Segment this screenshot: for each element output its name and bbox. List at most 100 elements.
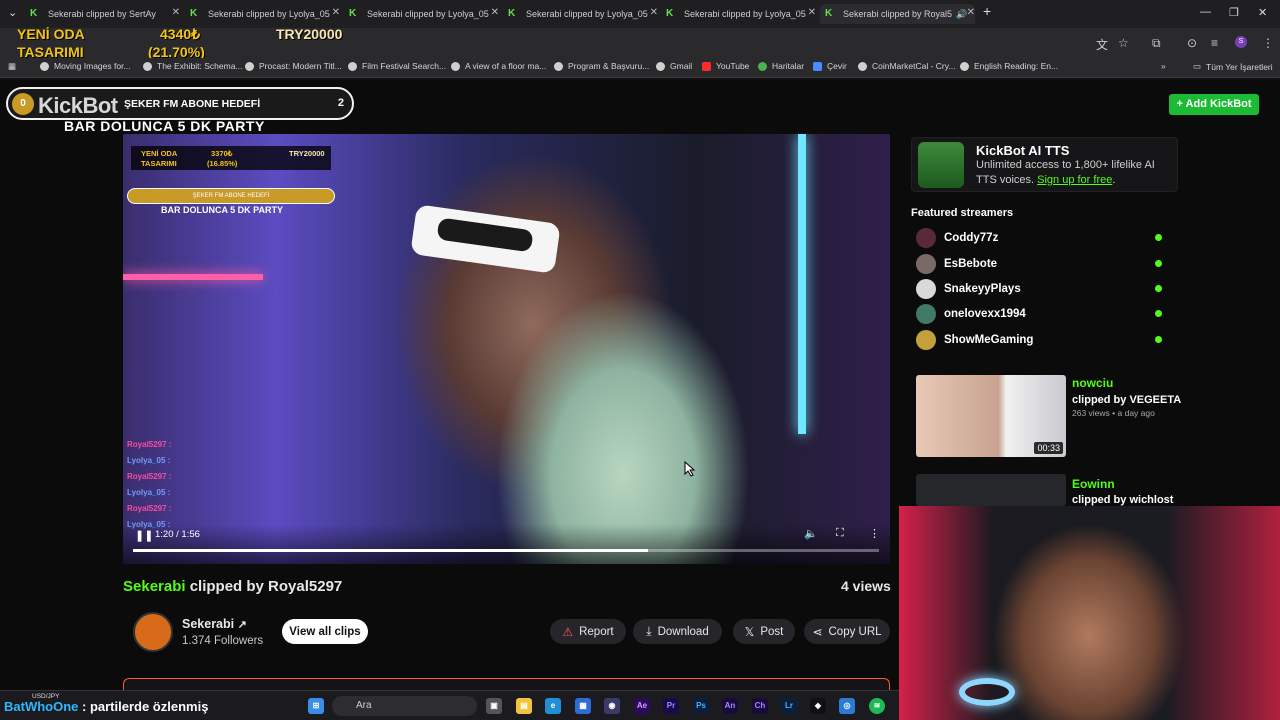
more-options-icon[interactable]: ⋮ bbox=[869, 527, 880, 540]
new-tab-icon[interactable]: + bbox=[983, 3, 991, 19]
video-progress-bar[interactable] bbox=[133, 549, 879, 552]
donation-title-line1: YENİ ODA bbox=[17, 26, 85, 42]
media-icon[interactable]: ≡ bbox=[1211, 36, 1218, 50]
featured-streamer[interactable]: EsBebote bbox=[916, 254, 1166, 274]
download-icon[interactable]: ⊙ bbox=[1187, 36, 1197, 50]
windows-start-icon[interactable]: ⊞ bbox=[308, 698, 324, 714]
live-dot-icon bbox=[1155, 285, 1162, 292]
folder-icon: ▭ bbox=[1193, 61, 1202, 71]
tts-signup-link[interactable]: Sign up for free bbox=[1037, 174, 1112, 186]
tab-label: Sekerabi clipped by Lyolya_05 bbox=[367, 9, 489, 19]
bookmark-item[interactable]: Haritalar bbox=[758, 61, 804, 71]
featured-streamer[interactable]: ShowMeGaming bbox=[916, 330, 1166, 350]
photoshop-icon[interactable]: Ps bbox=[693, 698, 709, 714]
bookmark-item[interactable]: Film Festival Search... bbox=[348, 61, 446, 71]
related-clip-thumbnail[interactable]: 00:33 bbox=[916, 375, 1066, 457]
window-close-icon[interactable]: ✕ bbox=[1258, 6, 1267, 19]
bookmark-item[interactable]: The Exhibit: Schema... bbox=[143, 61, 243, 71]
all-bookmarks[interactable]: ▭ Tüm Yer İşaretleri bbox=[1193, 61, 1273, 72]
premiere-icon[interactable]: Pr bbox=[663, 698, 679, 714]
copy-url-button[interactable]: ⋖ Copy URL bbox=[804, 619, 890, 644]
extensions-icon[interactable]: ⧉ bbox=[1152, 36, 1161, 51]
bookmark-item[interactable]: Procast: Modern Titl... bbox=[245, 61, 342, 71]
bookmark-item[interactable]: English Reading: En... bbox=[960, 61, 1058, 71]
featured-streamer[interactable]: onelovexx1994 bbox=[916, 304, 1166, 324]
after-effects-icon[interactable]: Ae bbox=[634, 698, 650, 714]
bookmark-item[interactable]: CoinMarketCal - Cry... bbox=[858, 61, 955, 71]
tab-1[interactable]: K Sekerabi clipped by SertAy ✕ bbox=[30, 4, 180, 24]
post-button[interactable]: 𝕏 Post bbox=[733, 619, 795, 644]
related-clip-streamer[interactable]: nowciu bbox=[1072, 376, 1113, 390]
close-icon[interactable]: ✕ bbox=[491, 7, 499, 18]
close-icon[interactable]: ✕ bbox=[172, 7, 180, 18]
close-icon[interactable]: ✕ bbox=[808, 7, 816, 18]
lightroom-icon[interactable]: Lr bbox=[781, 698, 797, 714]
obs-icon[interactable]: ◉ bbox=[604, 698, 620, 714]
profile-avatar[interactable]: S bbox=[1235, 36, 1247, 48]
bookmark-item[interactable]: Çevir bbox=[813, 61, 847, 71]
channel-name-text: Sekerabi bbox=[182, 617, 235, 631]
maps-icon bbox=[758, 61, 767, 71]
close-icon[interactable]: ✕ bbox=[967, 7, 975, 18]
tab-4[interactable]: K Sekerabi clipped by Lyolya_05 ✕ bbox=[508, 4, 658, 24]
tab-6-active[interactable]: K Sekerabi clipped by Royal5 🔊 ✕ bbox=[820, 4, 975, 24]
translate-icon[interactable]: 文 bbox=[1096, 36, 1108, 53]
task-view-icon[interactable]: ▣ bbox=[486, 698, 502, 714]
bookmark-item[interactable]: Program & Başvuru... bbox=[554, 61, 649, 71]
channel-name-link[interactable]: Sekerabi ↗ bbox=[182, 617, 247, 631]
speaker-icon[interactable]: 🔊 bbox=[956, 9, 967, 20]
store-icon[interactable]: ▦ bbox=[575, 698, 591, 714]
maximize-icon[interactable]: ❐ bbox=[1229, 6, 1239, 19]
bookmark-label: Film Festival Search... bbox=[362, 61, 447, 71]
edge-icon[interactable]: e bbox=[545, 698, 561, 714]
capcut-icon[interactable]: ◆ bbox=[810, 698, 826, 714]
tab-2[interactable]: K Sekerabi clipped by Lyolya_05 ✕ bbox=[190, 4, 340, 24]
taskbar-search[interactable]: Ara bbox=[332, 696, 477, 716]
vpn-icon[interactable]: ◎ bbox=[839, 698, 855, 714]
more-bookmarks-icon[interactable]: » bbox=[1161, 61, 1166, 71]
tab-label: Sekerabi clipped by SertAy bbox=[48, 9, 156, 19]
character-animator-icon[interactable]: Ch bbox=[752, 698, 768, 714]
clip-streamer-link[interactable]: Sekerabi bbox=[123, 578, 186, 595]
tts-description: Unlimited access to 1,800+ lifelike AI T… bbox=[976, 158, 1176, 188]
kickbot-tts-ad[interactable]: KickBot AI TTS Unlimited access to 1,800… bbox=[911, 137, 1178, 192]
kickbot-goal-bar: 0 KickBot ŞEKER FM ABONE HEDEFİ 2 bbox=[6, 87, 354, 120]
tab-label: Sekerabi clipped by Lyolya_05 bbox=[526, 9, 648, 19]
goal-label: ŞEKER FM ABONE HEDEFİ bbox=[124, 98, 261, 110]
minimize-icon[interactable]: — bbox=[1200, 6, 1211, 18]
related-clip-streamer[interactable]: Eowinn bbox=[1072, 477, 1115, 491]
globe-icon bbox=[858, 61, 867, 71]
spotify-icon[interactable]: ≋ bbox=[869, 698, 885, 714]
featured-streamer[interactable]: SnakeyyPlays bbox=[916, 279, 1166, 299]
animate-icon[interactable]: An bbox=[722, 698, 738, 714]
bookmark-item[interactable]: Moving Images for... bbox=[40, 61, 131, 71]
related-clip-meta: 263 views • a day ago bbox=[1072, 408, 1155, 418]
apps-icon[interactable]: ▦ bbox=[8, 61, 16, 72]
channel-avatar[interactable] bbox=[133, 612, 173, 652]
close-icon[interactable]: ✕ bbox=[650, 7, 658, 18]
download-button[interactable]: ⤓ Download bbox=[633, 619, 722, 644]
bookmark-label: Moving Images for... bbox=[54, 61, 131, 71]
all-bookmarks-label: Tüm Yer İşaretleri bbox=[1206, 61, 1273, 72]
view-all-clips-button[interactable]: View all clips bbox=[282, 619, 368, 644]
report-button[interactable]: ⚠ Report bbox=[550, 619, 626, 644]
bookmark-item[interactable]: A view of a floor ma... bbox=[451, 61, 546, 71]
pause-icon[interactable]: ❚❚ bbox=[135, 529, 153, 542]
add-kickbot-button[interactable]: + Add KickBot bbox=[1169, 94, 1259, 115]
neon-ring-decoration bbox=[959, 678, 1015, 706]
bookmark-item[interactable]: Gmail bbox=[656, 61, 692, 71]
tab-search-icon[interactable]: ⌄ bbox=[8, 6, 17, 19]
clip-video-player[interactable]: YENİ ODA TASARIMI 3370₺ (16.85%) TRY2000… bbox=[123, 134, 890, 564]
tab-5[interactable]: K Sekerabi clipped by Lyolya_05 ✕ bbox=[666, 4, 816, 24]
star-icon[interactable]: ☆ bbox=[1118, 36, 1129, 50]
file-explorer-icon[interactable]: ▤ bbox=[516, 698, 532, 714]
menu-icon[interactable]: ⋮ bbox=[1262, 36, 1274, 50]
tab-3[interactable]: K Sekerabi clipped by Lyolya_05 ✕ bbox=[349, 4, 499, 24]
bookmark-item[interactable]: YouTube bbox=[702, 61, 749, 71]
fullscreen-icon[interactable]: ⛶ bbox=[836, 527, 844, 540]
volume-icon[interactable]: 🔈 bbox=[804, 527, 818, 540]
bookmark-label: Gmail bbox=[670, 61, 693, 71]
featured-streamer[interactable]: Coddy77z bbox=[916, 228, 1166, 248]
related-clip-thumbnail[interactable] bbox=[916, 474, 1066, 506]
close-icon[interactable]: ✕ bbox=[332, 7, 340, 18]
